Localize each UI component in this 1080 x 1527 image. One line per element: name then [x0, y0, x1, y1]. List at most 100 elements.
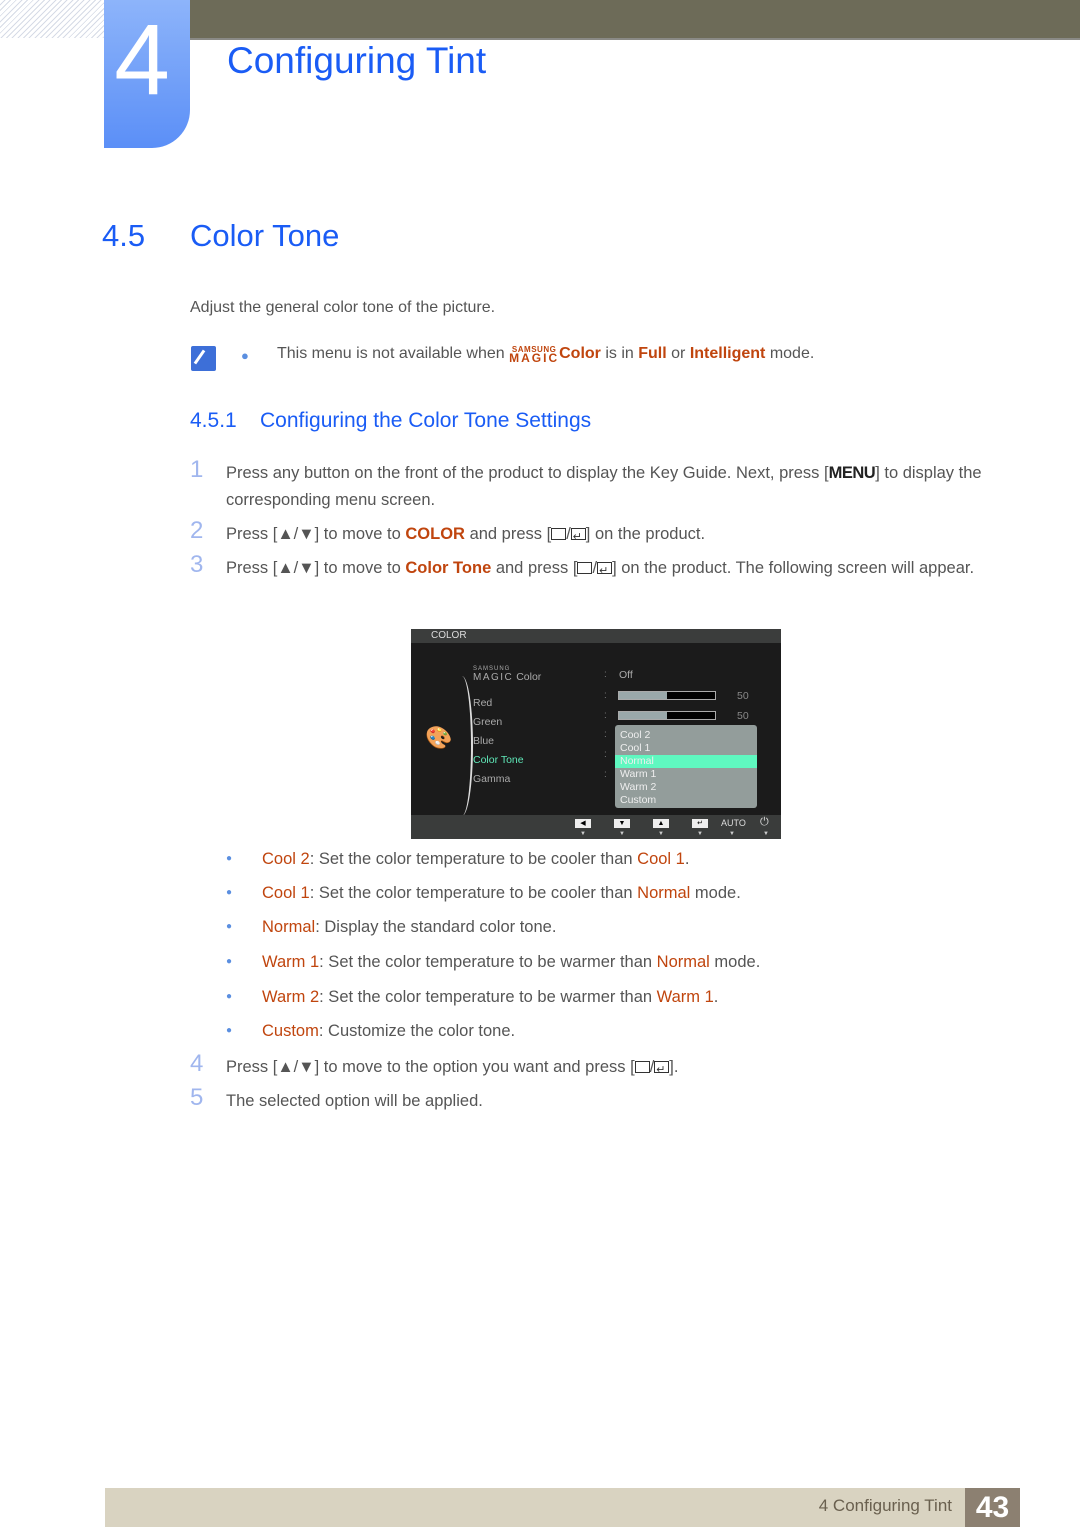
source-key-icon [577, 562, 593, 574]
menu-key: MENU [828, 464, 876, 482]
option-ref: Warm 1 [656, 988, 714, 1006]
option-ref: Normal [656, 953, 710, 971]
option-text: Cool 1: Set the color temperature to be … [262, 884, 741, 903]
step-text: Press any button on the front of the pro… [226, 460, 1006, 514]
dropdown-option: Custom [620, 794, 657, 806]
step-text-part: Press any button on the front of the pro… [226, 464, 829, 482]
enter-icon: ↵ [692, 819, 708, 828]
osd-item-blue: Blue [473, 735, 495, 747]
option-name: Warm 2 [262, 988, 320, 1006]
option-name: Warm 1 [262, 953, 320, 971]
option-end: . [713, 988, 719, 1006]
chapter-number: 4 [114, 4, 170, 116]
source-key-icon [634, 1061, 650, 1073]
osd-header-label: COLOR [431, 630, 467, 641]
step-text-part: ] on the product. The following screen w… [612, 559, 975, 577]
option-ref: Normal [637, 884, 691, 902]
step-number: 3 [190, 551, 204, 578]
red-slider [618, 691, 716, 700]
osd-item-label: Color [516, 671, 542, 683]
subsection-heading: 4.5.1 Configuring the Color Tone Settings [190, 409, 591, 433]
step-text-part: and press [ [491, 559, 578, 577]
osd-item-magic-color: SAMSUNG MAGIC Color [473, 665, 542, 683]
osd-menu-screenshot: COLOR 🎨 SAMSUNG MAGIC Color Red Green Blu… [411, 629, 781, 839]
auto-label: AUTO [721, 818, 746, 828]
option-name: Normal [262, 918, 316, 936]
step-number: 1 [190, 456, 204, 483]
chapter-title: Configuring Tint [227, 40, 487, 81]
option-end: . [684, 850, 690, 868]
note-text: This menu is not available when SAMSUNG M… [277, 345, 815, 365]
option-ref: Cool 1 [637, 850, 685, 868]
option-text: Normal: Display the standard color tone. [262, 918, 556, 937]
option-desc: : Set the color temperature to be warmer… [319, 953, 657, 971]
dropdown-option: Cool 2 [620, 729, 651, 741]
option-name: Cool 1 [262, 884, 310, 902]
option-desc: : Set the color temperature to be warmer… [319, 988, 657, 1006]
osd-colon: : [604, 690, 607, 701]
section-intro: Adjust the general color tone of the pic… [190, 299, 496, 316]
step-text-part: ]. [669, 1058, 679, 1076]
note-text-part: or [666, 345, 690, 362]
option-end: mode. [690, 884, 741, 902]
arrow-indicator: ▼ [763, 831, 769, 837]
step-text: The selected option will be applied. [226, 1092, 483, 1110]
dropdown-option: Warm 2 [620, 781, 657, 793]
osd-colon: : [604, 710, 607, 721]
option-text: Warm 1: Set the color temperature to be … [262, 953, 760, 972]
osd-colon: : [604, 669, 607, 680]
bullet-icon: ● [226, 956, 233, 967]
enter-key-icon [570, 524, 586, 551]
bullet-icon: ● [226, 887, 233, 898]
header-bar [186, 0, 1080, 40]
bullet-icon: ● [241, 348, 249, 363]
option-text: Custom: Customize the color tone. [262, 1022, 515, 1041]
step-text-part: Press [▲/▼] to move to [226, 559, 406, 577]
red-value: 50 [737, 690, 749, 702]
section-number: 4.5 [102, 218, 146, 253]
red-slider-fill [619, 692, 667, 699]
bullet-icon: ● [226, 853, 233, 864]
option-desc: : Set the color temperature to be cooler… [309, 850, 638, 868]
note-pencil-icon [191, 346, 216, 371]
left-icon: ◀ [575, 819, 591, 828]
osd-colon: : [604, 729, 607, 740]
page-footer: 4 Configuring Tint 43 [105, 1488, 1020, 1527]
osd-arc-decoration [451, 676, 473, 816]
arrow-indicator: ▼ [658, 831, 664, 837]
footer-chapter-label: 4 Configuring Tint [818, 1496, 952, 1515]
page-number: 43 [965, 1488, 1020, 1527]
magic-big: MAGIC [473, 672, 514, 683]
bullet-icon: ● [226, 991, 233, 1002]
color-tone-dropdown: Cool 2 Cool 1 Normal Warm 1 Warm 2 Custo… [615, 725, 757, 808]
option-text: Cool 2: Set the color temperature to be … [262, 850, 689, 869]
subsection-title: Configuring the Color Tone Settings [260, 409, 592, 432]
green-slider [618, 711, 716, 720]
palette-icon: 🎨 [425, 725, 453, 750]
arrow-indicator: ▼ [619, 831, 625, 837]
bullet-icon: ● [226, 1025, 233, 1036]
samsung-magic-logo: SAMSUNG MAGIC [509, 345, 560, 365]
osd-colon: : [604, 769, 607, 780]
step-text: Press [▲/▼] to move to Color Tone and pr… [226, 555, 1006, 585]
arrow-indicator: ▼ [697, 831, 703, 837]
option-name: Cool 2 [262, 850, 310, 868]
option-desc: : Set the color temperature to be cooler… [309, 884, 638, 902]
step-highlight: Color Tone [405, 559, 492, 577]
osd-key-guide: ◀ ▼ ▲ ↵ AUTO ⏻ ▼ ▼ ▼ ▼ ▼ ▼ [411, 815, 781, 839]
note-text-part: is in [600, 345, 639, 362]
osd-header: COLOR [411, 629, 781, 643]
up-icon: ▲ [653, 819, 669, 828]
magic-big: MAGIC [509, 351, 560, 365]
arrow-indicator: ▼ [729, 831, 735, 837]
osd-item-green: Green [473, 716, 503, 728]
osd-item-red: Red [473, 697, 493, 709]
step-number: 2 [190, 517, 204, 544]
option-desc: : Display the standard color tone. [315, 918, 557, 936]
step-text-part: ] on the product. [585, 525, 706, 543]
source-key-icon [551, 528, 567, 540]
option-text: Warm 2: Set the color temperature to be … [262, 988, 718, 1007]
osd-item-color-tone: Color Tone [473, 754, 524, 766]
note-text-part: mode. [765, 345, 815, 362]
section-title: Color Tone [190, 218, 340, 253]
